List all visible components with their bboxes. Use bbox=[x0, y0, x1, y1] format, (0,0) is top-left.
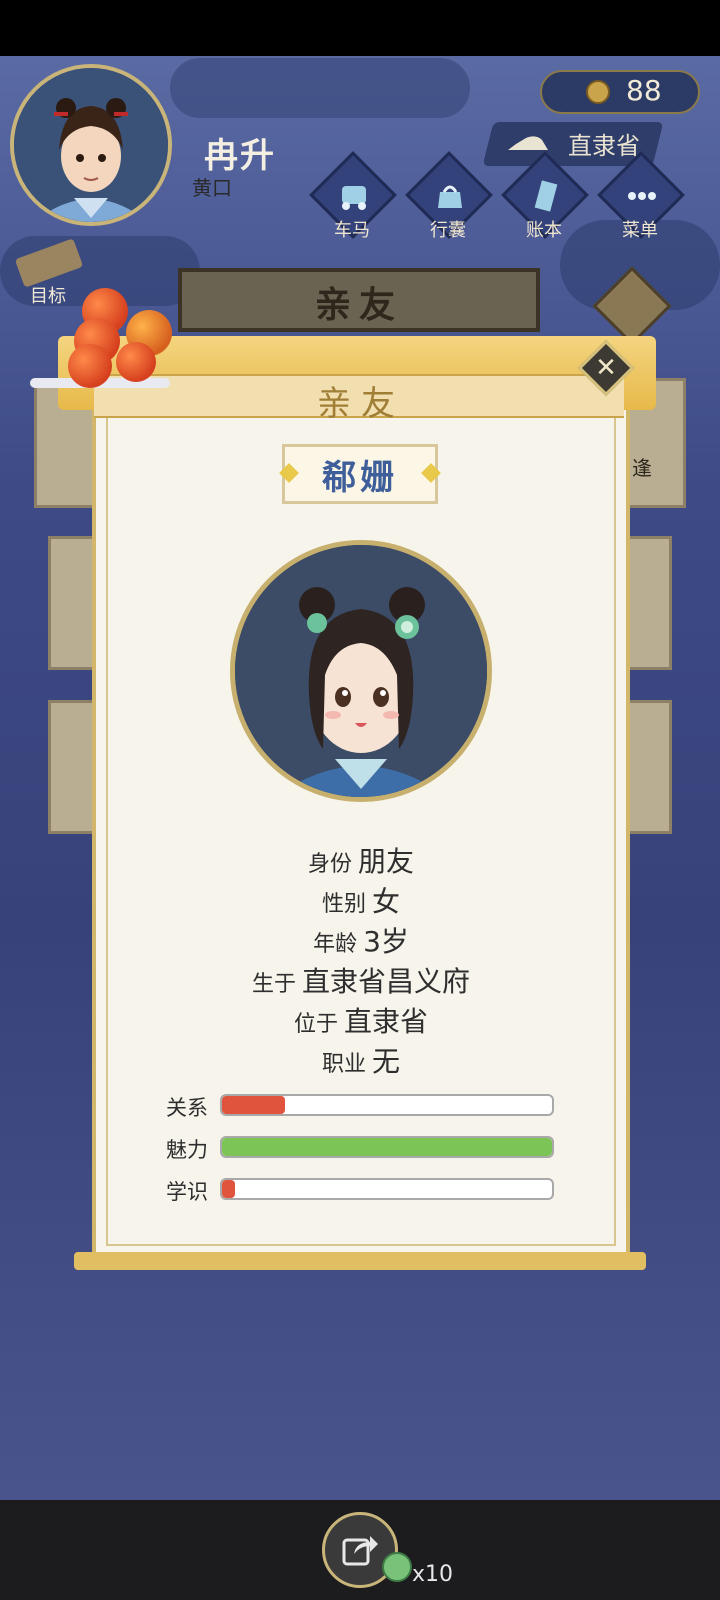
more-dots-icon bbox=[628, 192, 656, 200]
stat-label-relation: 关系 bbox=[166, 1096, 208, 1120]
stat-label-charm: 魅力 bbox=[166, 1138, 208, 1162]
info-row-occupation: 职业无 bbox=[106, 1040, 616, 1080]
menu-label-carriage: 车马 bbox=[334, 220, 370, 241]
info-value: 女 bbox=[372, 885, 401, 918]
info-value: 直隶省 bbox=[344, 1005, 429, 1038]
person-name: 郗姗 bbox=[322, 458, 398, 498]
knowledge-bar-fill bbox=[222, 1180, 236, 1198]
player-avatar[interactable] bbox=[10, 64, 172, 226]
close-icon[interactable]: ✕ bbox=[586, 348, 626, 388]
status-bar bbox=[0, 0, 720, 56]
player-portrait-image bbox=[14, 68, 168, 222]
info-key: 性别 bbox=[321, 892, 366, 917]
coin-icon bbox=[586, 80, 610, 104]
share-icon bbox=[342, 1536, 378, 1566]
goal-label[interactable]: 目标 bbox=[30, 282, 66, 308]
coin-counter bbox=[540, 70, 700, 114]
share-count: x10 bbox=[412, 1562, 454, 1587]
location-text: 直隶省 bbox=[568, 132, 640, 160]
stat-label-knowledge: 学识 bbox=[166, 1180, 208, 1204]
hawthorn-icon bbox=[68, 344, 112, 388]
info-row-gender: 性别女 bbox=[106, 880, 616, 920]
knowledge-bar bbox=[220, 1178, 554, 1200]
charm-bar bbox=[220, 1136, 554, 1158]
player-rank: 黄口 bbox=[192, 176, 232, 200]
info-key: 身份 bbox=[307, 852, 352, 877]
hawthorn-icon bbox=[116, 342, 156, 382]
background-card-text: 逢 bbox=[632, 456, 652, 480]
info-row-identity: 身份 朋友 bbox=[106, 840, 616, 880]
info-row-location: 位于 直隶省 bbox=[106, 1000, 616, 1040]
info-row-birthplace: 生于 直隶省昌义府 bbox=[106, 960, 616, 1000]
menu-label-ledger: 账本 bbox=[526, 220, 562, 241]
info-value: 无 bbox=[372, 1045, 401, 1078]
info-key: 职业 bbox=[321, 1052, 366, 1077]
coin-value: 88 bbox=[626, 74, 662, 107]
menu-label-bag: 行囊 bbox=[430, 220, 466, 241]
relation-bar-fill bbox=[222, 1096, 285, 1114]
scroll-bottom-roller bbox=[74, 1252, 646, 1270]
info-row-age: 年龄 3岁 bbox=[106, 920, 616, 960]
carriage-icon bbox=[342, 186, 366, 210]
info-key: 年龄 bbox=[313, 932, 358, 957]
person-portrait bbox=[230, 540, 492, 802]
info-value: 直隶省昌义府 bbox=[302, 965, 471, 998]
relation-bar bbox=[220, 1094, 554, 1116]
info-key: 生于 bbox=[251, 972, 296, 997]
cloud-decoration bbox=[170, 58, 470, 118]
info-value: 朋友 bbox=[358, 845, 415, 878]
carriage-icon bbox=[508, 136, 548, 150]
info-key: 位于 bbox=[293, 1012, 338, 1037]
bag-icon bbox=[438, 185, 462, 208]
charm-bar-fill bbox=[222, 1138, 552, 1156]
background-dialog-title: 亲友 bbox=[314, 285, 403, 326]
player-name: 冉升 bbox=[204, 136, 276, 176]
jade-icon bbox=[382, 1552, 412, 1582]
info-value: 3岁 bbox=[363, 925, 409, 958]
ledger-icon bbox=[534, 180, 558, 212]
menu-label-menu: 菜单 bbox=[622, 220, 658, 241]
panel-title: 亲友 bbox=[317, 384, 405, 424]
girl-portrait-image bbox=[235, 545, 487, 797]
